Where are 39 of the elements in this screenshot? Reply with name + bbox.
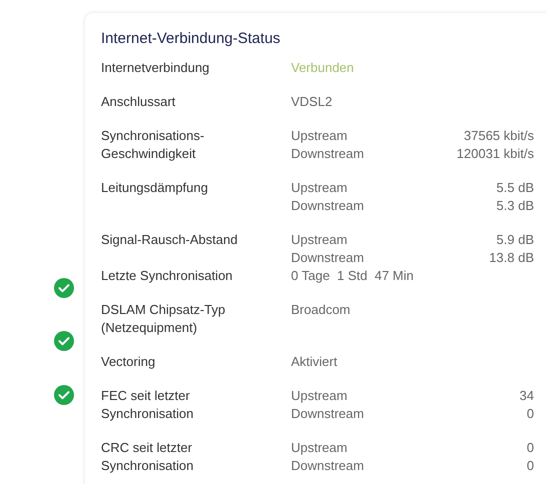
field-value: 13.8 dB	[489, 249, 534, 267]
field-value: 120031 kbit/s	[456, 145, 534, 163]
field-value: 37565 kbit/s	[464, 127, 534, 145]
field-value: VDSL2	[291, 93, 334, 111]
check-icon	[54, 385, 74, 405]
direction-label: Upstream	[291, 179, 348, 197]
field-label: Signal-Rausch-Abstand	[101, 231, 239, 249]
field-label: Internetverbindung	[101, 59, 210, 77]
card-title: Internet-Verbindung-Status	[101, 30, 282, 48]
field-label: FEC seit letzter Synchronisation	[101, 387, 194, 423]
status-value: Verbunden	[291, 59, 355, 77]
field-value: 0	[526, 457, 534, 475]
direction-label: Downstream	[291, 405, 364, 423]
field-label: CRC seit letzter Synchronisation	[101, 439, 194, 475]
direction-label: Downstream	[291, 249, 364, 267]
direction-label: Downstream	[291, 145, 364, 163]
direction-label: Upstream	[291, 387, 348, 405]
direction-label: Downstream	[291, 197, 364, 215]
check-icon	[54, 278, 74, 298]
direction-label: Upstream	[291, 231, 348, 249]
field-label: Anschlussart	[101, 93, 176, 111]
field-label: Leitungsdämpfung	[101, 179, 209, 197]
field-label: Synchronisations-Geschwindigkeit	[101, 127, 206, 163]
field-label: DSLAM Chipsatz-Typ (Netzequipment)	[101, 301, 226, 337]
field-label: Letzte Synchronisation	[101, 267, 234, 285]
field-value: 0	[526, 439, 534, 457]
field-value: 34	[520, 387, 534, 405]
field-value: 0 Tage 1 Std 47 Min	[291, 267, 415, 285]
direction-label: Upstream	[291, 127, 348, 145]
field-value: 5.3 dB	[496, 197, 534, 215]
direction-label: Downstream	[291, 457, 364, 475]
field-value: 0	[526, 405, 534, 423]
check-icon	[54, 331, 74, 351]
field-value: Aktiviert	[291, 353, 338, 371]
field-label: Vectoring	[101, 353, 156, 371]
field-value: 5.9 dB	[496, 231, 534, 249]
field-value: 5.5 dB	[496, 179, 534, 197]
direction-label: Upstream	[291, 439, 348, 457]
field-value: Broadcom	[291, 301, 352, 319]
